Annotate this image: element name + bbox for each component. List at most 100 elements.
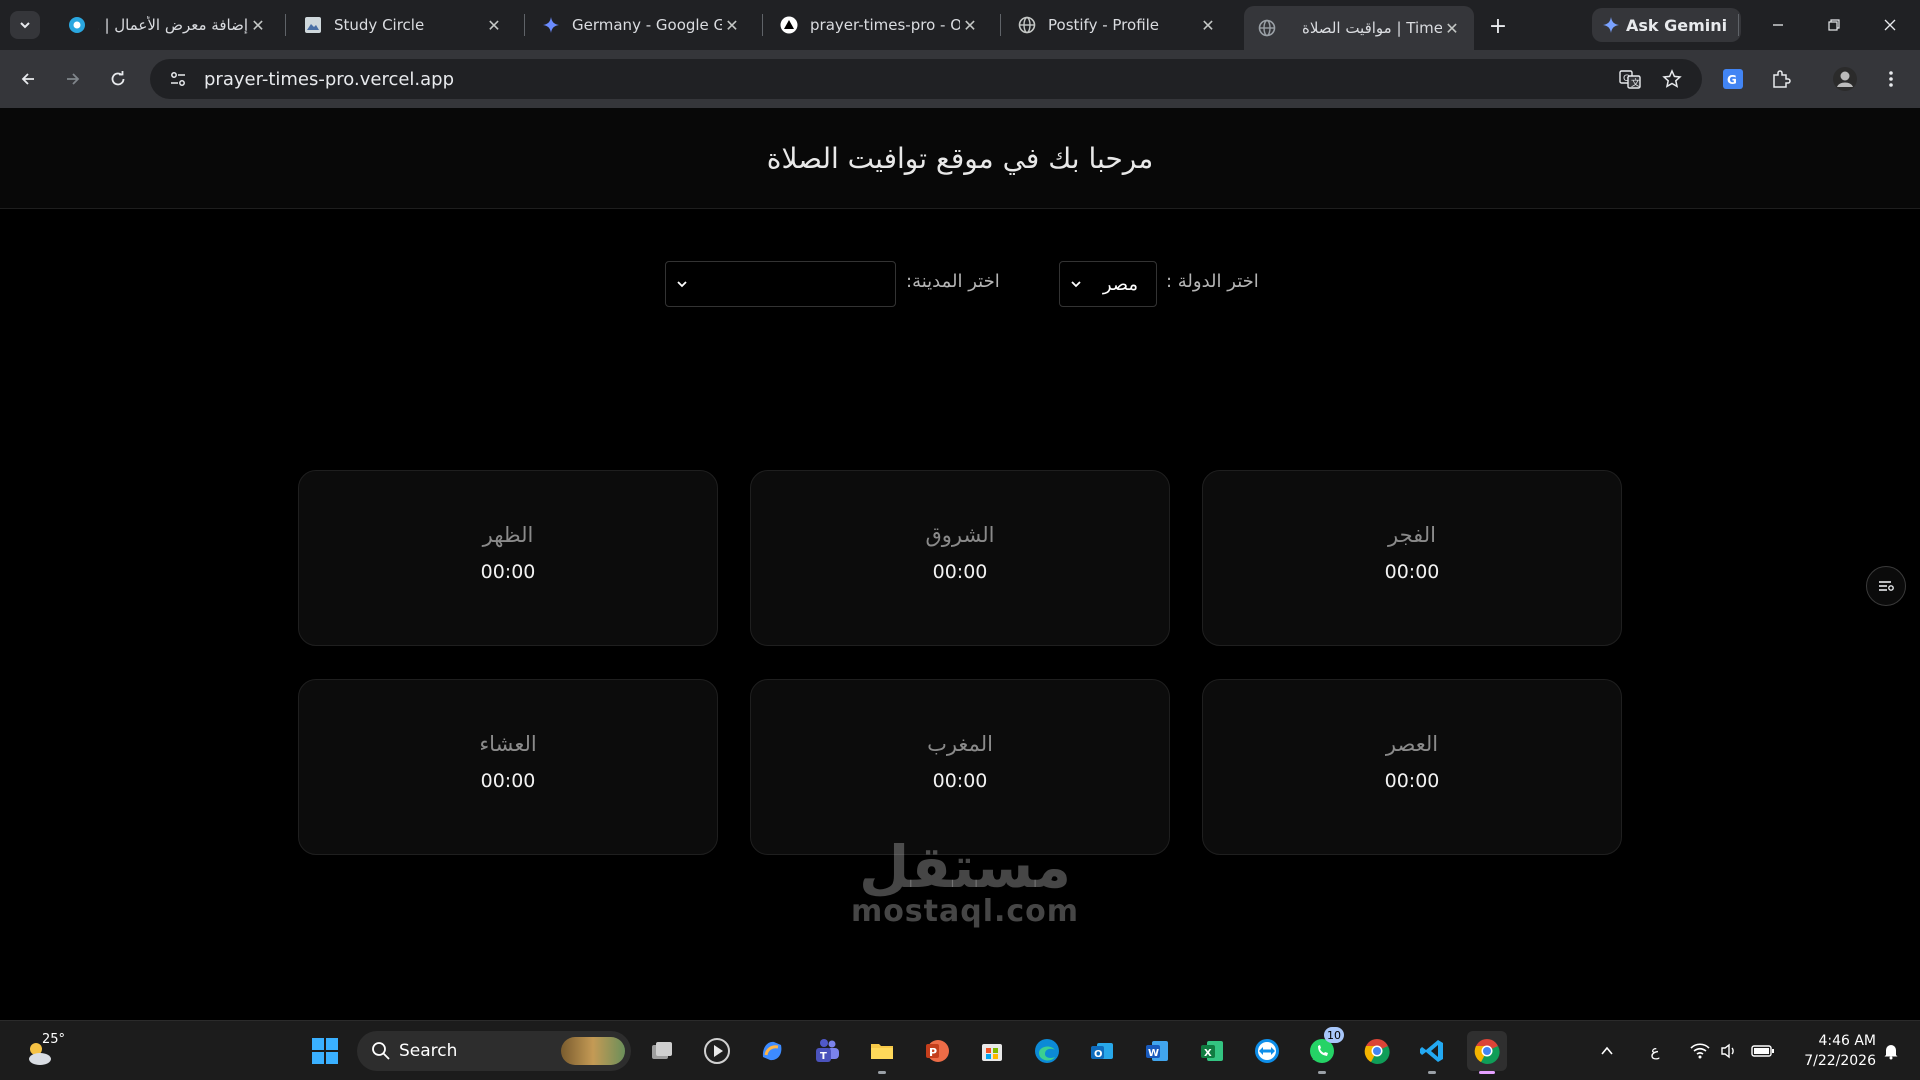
reload-button[interactable]	[102, 63, 134, 95]
tab-title: مواقيت الصلاة | Times	[1302, 19, 1442, 37]
page-header: مرحبا بك في موقع توافيت الصلاة	[0, 108, 1920, 209]
tab-gemini[interactable]: Germany - Google Gen ✕	[528, 6, 754, 44]
tab-title: prayer-times-pro - Ove	[810, 16, 960, 34]
keyboard-language-button[interactable]: ع	[1640, 1031, 1670, 1071]
bell-icon	[1884, 1045, 1898, 1060]
running-indicator	[1318, 1071, 1326, 1074]
edge-button[interactable]	[1027, 1031, 1067, 1071]
whatsapp-button[interactable]: 10	[1302, 1027, 1344, 1074]
prayer-card-maghrib: المغرب 00:00	[750, 679, 1170, 855]
back-button[interactable]	[12, 63, 44, 95]
city-label: اختر المدينة:	[906, 271, 1000, 292]
country-label: اختر الدولة :	[1166, 271, 1259, 292]
word-button[interactable]: W	[1137, 1031, 1177, 1071]
ask-gemini-label: Ask Gemini	[1626, 15, 1728, 35]
search-highlight-image	[561, 1037, 625, 1065]
wifi-button[interactable]	[1686, 1031, 1714, 1071]
chrome-active-button[interactable]	[1467, 1031, 1507, 1074]
profile-avatar[interactable]	[1828, 63, 1862, 95]
start-button[interactable]	[305, 1031, 345, 1071]
task-view-button[interactable]	[642, 1031, 682, 1071]
ask-gemini-button[interactable]: Ask Gemini	[1592, 8, 1742, 42]
task-view-icon	[652, 1042, 672, 1059]
site-info-icon[interactable]	[158, 70, 198, 88]
bookmark-star-button[interactable]	[1656, 59, 1688, 99]
vscode-button[interactable]	[1412, 1031, 1452, 1074]
restore-icon	[1828, 19, 1840, 31]
tab-strip: إضافة معرض الأعمال | .. ✕ Study Circle ✕…	[0, 0, 1920, 50]
powerpoint-button[interactable]: P	[917, 1031, 957, 1071]
chevron-down-icon	[670, 278, 694, 290]
teamviewer-button[interactable]	[1247, 1031, 1287, 1071]
chevron-down-icon	[20, 22, 30, 29]
notification-badge: 10	[1324, 1027, 1344, 1043]
store-button[interactable]	[972, 1031, 1012, 1071]
close-icon[interactable]: ✕	[960, 15, 980, 35]
close-icon[interactable]: ✕	[484, 15, 504, 35]
excel-button[interactable]: X	[1192, 1031, 1232, 1071]
tab-portfolio[interactable]: إضافة معرض الأعمال | .. ✕	[54, 6, 280, 44]
outlook-icon: O	[1091, 1043, 1113, 1060]
running-indicator	[1428, 1071, 1436, 1074]
country-select[interactable]: مصر	[1059, 261, 1157, 307]
close-icon[interactable]: ✕	[1198, 15, 1218, 35]
prayer-name: الشروق	[925, 523, 995, 547]
google-translate-extension[interactable]: G	[1716, 63, 1750, 95]
gemini-icon	[1603, 17, 1619, 33]
taskbar-search[interactable]: Search	[357, 1031, 631, 1071]
new-tab-button[interactable]: +	[1484, 12, 1512, 40]
chevron-up-icon	[1601, 1046, 1613, 1055]
tab-title: Germany - Google Gen	[572, 16, 722, 34]
close-window-button[interactable]	[1868, 8, 1912, 42]
globe-icon	[1258, 19, 1276, 37]
outlook-button[interactable]: O	[1082, 1031, 1122, 1071]
restore-button[interactable]	[1812, 8, 1856, 42]
side-panel-button[interactable]	[1866, 566, 1906, 606]
teams-button[interactable]: T	[807, 1031, 847, 1071]
tab-search-button[interactable]	[10, 11, 40, 39]
prayer-name: العصر	[1385, 732, 1439, 756]
vercel-icon	[780, 16, 798, 34]
minimize-button[interactable]	[1756, 8, 1800, 42]
watermark-arabic: مستقل	[858, 833, 1072, 901]
browser-toolbar: prayer-times-pro.vercel.app G文 G	[0, 50, 1920, 108]
close-icon[interactable]: ✕	[722, 15, 742, 35]
close-icon[interactable]: ✕	[1442, 18, 1462, 38]
more-vertical-icon	[1889, 71, 1893, 87]
tab-study-circle[interactable]: Study Circle ✕	[290, 6, 516, 44]
address-bar[interactable]: prayer-times-pro.vercel.app	[150, 59, 1702, 99]
chrome-button[interactable]	[1357, 1031, 1397, 1071]
chevron-down-icon	[1064, 278, 1088, 290]
google-translate-icon: G	[1723, 69, 1743, 89]
word-icon: W	[1146, 1041, 1168, 1061]
svg-text:X: X	[1204, 1048, 1212, 1059]
weather-widget[interactable]: 25°	[22, 1031, 65, 1071]
battery-button[interactable]	[1748, 1031, 1778, 1071]
volume-button[interactable]	[1716, 1031, 1742, 1071]
translate-button[interactable]: G文	[1614, 59, 1646, 99]
tab-vercel[interactable]: prayer-times-pro - Ove ✕	[766, 6, 992, 44]
powerpoint-icon: P	[926, 1040, 949, 1062]
show-hidden-icons-button[interactable]	[1592, 1031, 1622, 1071]
filter-list-icon	[1879, 581, 1894, 591]
notifications-button[interactable]	[1876, 1031, 1906, 1071]
teams-icon: T	[816, 1039, 839, 1062]
menu-button[interactable]	[1874, 63, 1908, 95]
tab-postify[interactable]: Postify - Profile ✕	[1004, 6, 1230, 44]
copilot-button[interactable]	[752, 1031, 792, 1071]
close-icon[interactable]: ✕	[248, 15, 268, 35]
clock-date: 7/22/2026	[1804, 1053, 1876, 1069]
arrow-left-icon	[21, 73, 34, 85]
file-explorer-button[interactable]	[862, 1031, 902, 1074]
extensions-button[interactable]	[1764, 63, 1798, 95]
media-player-button[interactable]	[697, 1031, 737, 1071]
location-selectors: اختر الدولة : مصر اختر المدينة:	[0, 259, 1920, 307]
tab-prayer-times[interactable]: مواقيت الصلاة | Times ✕	[1244, 6, 1474, 50]
taskbar-clock[interactable]: 4:46 AM 7/22/2026	[1790, 1031, 1876, 1071]
forward-button[interactable]	[57, 63, 89, 95]
active-indicator	[1479, 1071, 1495, 1074]
svg-text:文: 文	[1631, 77, 1640, 89]
running-indicator	[878, 1071, 886, 1074]
tab-divider	[285, 14, 286, 36]
city-select[interactable]	[665, 261, 896, 307]
